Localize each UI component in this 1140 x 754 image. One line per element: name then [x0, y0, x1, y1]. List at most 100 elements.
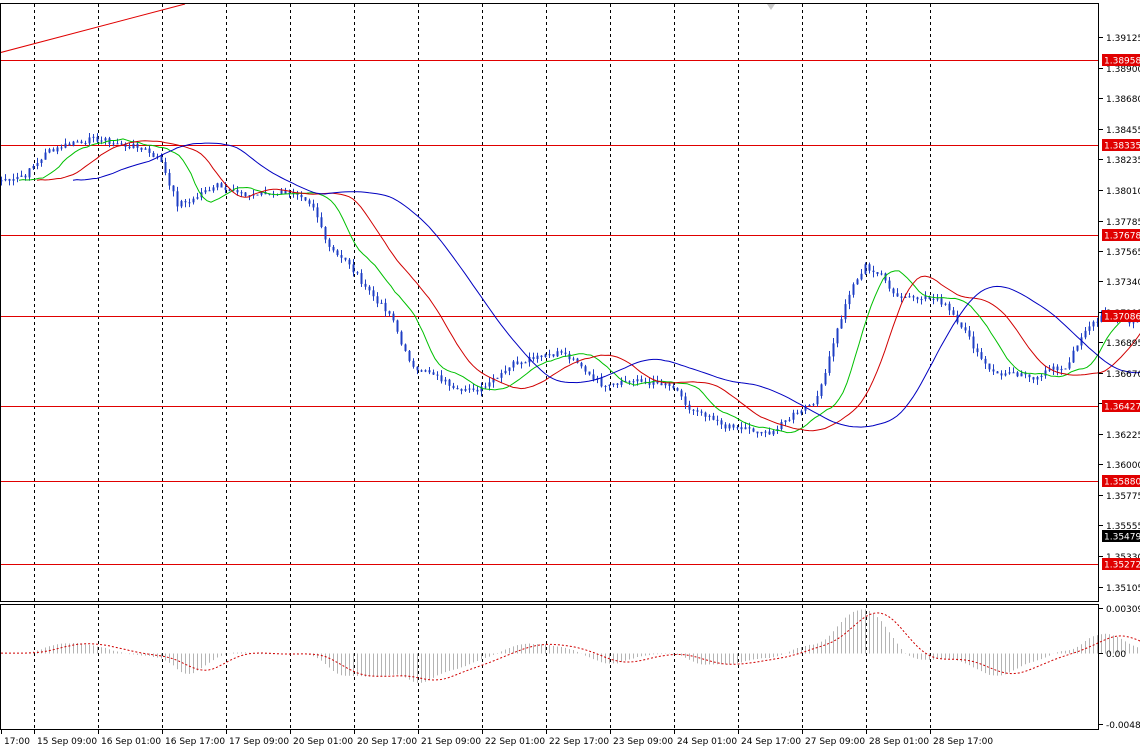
- candle-body: [180, 201, 183, 207]
- candle-body: [88, 137, 91, 144]
- candle-body: [664, 383, 667, 386]
- candle-body: [316, 207, 319, 218]
- candle-body: [524, 362, 527, 364]
- candle-body: [976, 348, 979, 353]
- price-tick-label: 1.38010: [1106, 187, 1140, 197]
- candle-body: [236, 190, 239, 193]
- osc-tick-label: 0.003099: [1106, 605, 1140, 615]
- candle-body: [44, 152, 47, 160]
- candle-body: [628, 381, 631, 383]
- price-tick-label: 1.35105: [1106, 584, 1140, 594]
- candle-body: [952, 310, 955, 315]
- candle-body: [444, 379, 447, 382]
- candle-body: [516, 361, 519, 365]
- candle-body: [420, 370, 423, 372]
- candle-body: [724, 424, 727, 429]
- candle-body: [456, 387, 459, 390]
- candle-body: [680, 390, 683, 397]
- candle-body: [1048, 369, 1051, 371]
- candle-body: [580, 362, 583, 367]
- candle-body: [1008, 372, 1011, 374]
- candle-body: [592, 374, 595, 380]
- candle-body: [504, 370, 507, 374]
- candle-body: [280, 190, 283, 195]
- candle-body: [700, 411, 703, 413]
- candle-body: [648, 382, 651, 385]
- osc-tick-label: 0.00: [1106, 650, 1126, 660]
- level-price-label: 1.37678: [1104, 232, 1140, 242]
- candle-body: [432, 372, 435, 375]
- price-tick-label: 1.37785: [1106, 218, 1140, 228]
- candle-body: [708, 415, 711, 417]
- candle-body: [864, 264, 867, 274]
- candle-body: [128, 146, 131, 149]
- candle-body: [960, 322, 963, 328]
- candle-body: [4, 178, 7, 181]
- candle-body: [860, 273, 863, 280]
- time-tick-label: 20 Sep 17:00: [357, 737, 417, 747]
- candle-body: [1076, 345, 1079, 351]
- candle-body: [844, 304, 847, 320]
- candle-body: [60, 147, 63, 149]
- level-price-label: 1.38335: [1104, 142, 1140, 152]
- candle-body: [840, 319, 843, 329]
- candle-body: [900, 296, 903, 298]
- candle-body: [868, 264, 871, 271]
- candle-body: [740, 427, 743, 430]
- candle-body: [536, 355, 539, 360]
- candle-body: [368, 286, 371, 291]
- candle-body: [604, 385, 607, 387]
- candle-body: [184, 201, 187, 203]
- candle-body: [852, 284, 855, 295]
- candle-body: [940, 298, 943, 305]
- candle-body: [84, 143, 87, 145]
- candle-body: [888, 280, 891, 289]
- candle-body: [668, 383, 671, 386]
- price-tick-label: 1.36225: [1106, 431, 1140, 441]
- candle-body: [196, 197, 199, 199]
- candle-body: [68, 143, 71, 146]
- level-price-label: 1.35880: [1104, 478, 1140, 488]
- candle-body: [216, 183, 219, 188]
- candle-body: [572, 358, 575, 360]
- candle-body: [908, 296, 911, 298]
- price-tick-label: 1.38455: [1106, 126, 1140, 136]
- candle-body: [584, 366, 587, 372]
- candle-body: [948, 303, 951, 311]
- candle-body: [328, 239, 331, 247]
- candle-body: [520, 362, 523, 365]
- candle-body: [348, 259, 351, 265]
- candle-body: [164, 162, 167, 173]
- candle-body: [588, 371, 591, 375]
- candle-body: [188, 202, 191, 204]
- candle-body: [512, 361, 515, 368]
- candle-body: [944, 303, 947, 305]
- price-tick-label: 1.37340: [1106, 278, 1140, 288]
- candle-body: [64, 143, 67, 148]
- candle-body: [396, 320, 399, 332]
- time-tick-label: 17 Sep 09:00: [229, 737, 289, 747]
- candle-body: [568, 353, 571, 360]
- price-tick-label: 1.39125: [1106, 34, 1140, 44]
- candle-body: [80, 141, 83, 144]
- chart-area: 1.39125 1.38900 1.38680 1.38455 1.38235 1.380…: [0, 0, 1140, 754]
- candle-body: [1036, 377, 1039, 380]
- candle-body: [472, 388, 475, 390]
- candle-body: [640, 379, 643, 382]
- candle-body: [1056, 366, 1059, 371]
- candle-body: [104, 138, 107, 141]
- candle-body: [356, 272, 359, 274]
- candle-body: [28, 168, 31, 178]
- candle-body: [964, 327, 967, 331]
- candle-body: [508, 367, 511, 371]
- osc-tick-label: -0.00487: [1106, 721, 1140, 731]
- time-tick-label: 15 Sep 09:00: [37, 737, 97, 747]
- candle-body: [440, 375, 443, 382]
- candle-body: [496, 377, 499, 379]
- candle-body: [1064, 368, 1067, 370]
- candle-body: [564, 352, 567, 354]
- candle-body: [1052, 366, 1055, 370]
- candle-body: [896, 293, 899, 297]
- candle-body: [304, 197, 307, 201]
- candle-body: [692, 409, 695, 411]
